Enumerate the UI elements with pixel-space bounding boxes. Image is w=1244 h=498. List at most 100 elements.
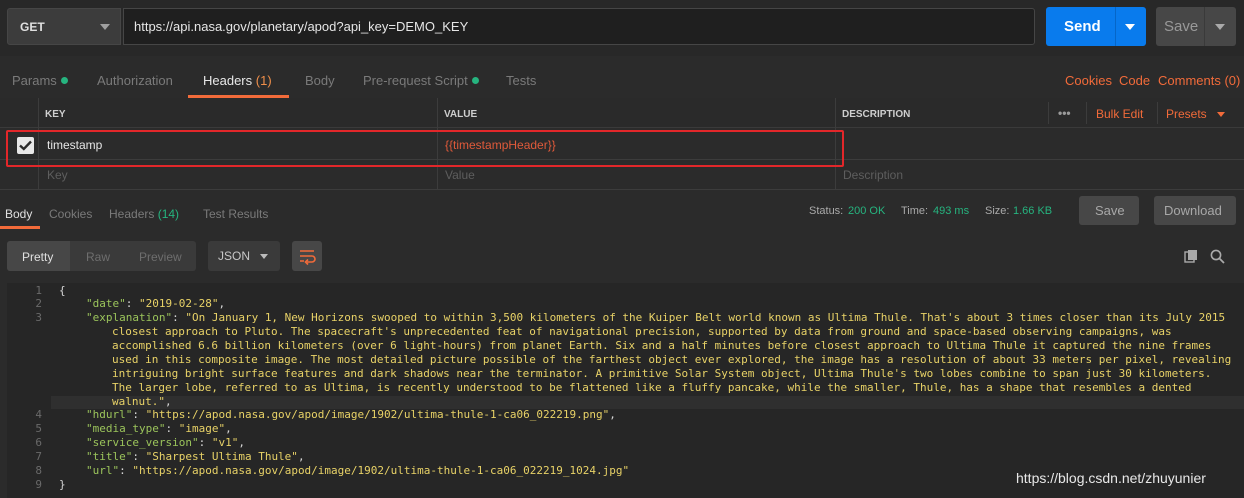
json-value: "v1" <box>211 436 239 449</box>
size-value: 1.66 KB <box>1013 205 1053 217</box>
code-line-wrapped: walnut.", <box>112 395 172 408</box>
tab-params[interactable]: Params <box>12 73 68 88</box>
tab-params-label: Params <box>12 73 57 88</box>
line-number: 6 <box>35 436 42 449</box>
line-number: 8 <box>35 464 42 477</box>
code-line: "title": "Sharpest Ultima Thule", <box>86 450 305 463</box>
json-value: "image" <box>178 422 226 435</box>
line-number: 2 <box>35 297 42 310</box>
code-line: "hdurl": "https://apod.nasa.gov/apod/ima… <box>86 408 616 421</box>
json-key: "explanation" <box>86 311 173 324</box>
json-value: "2019-02-28" <box>139 297 219 310</box>
save-response-button[interactable]: Save <box>1079 196 1139 225</box>
code-line-wrapped: The larger lobe, referred to as Ultima, … <box>112 381 1192 394</box>
response-body-viewer[interactable]: 1 2 3 4 5 6 7 8 9 { "date": "2019-02-28"… <box>7 283 1244 498</box>
send-options-chevron-icon[interactable] <box>1125 24 1135 30</box>
response-headers-count: (14) <box>157 207 180 221</box>
pre-request-status-dot-icon <box>471 77 479 84</box>
tab-authorization[interactable]: Authorization <box>97 73 173 88</box>
search-icon[interactable] <box>1210 249 1225 264</box>
active-response-tab-indicator <box>0 226 40 229</box>
line-number: 9 <box>35 478 42 491</box>
tab-headers[interactable]: Headers (1) <box>203 73 272 88</box>
json-key: "date" <box>86 297 126 310</box>
time-value: 493 ms <box>933 205 970 217</box>
response-tab-body[interactable]: Body <box>5 207 32 221</box>
send-divider <box>1115 7 1116 46</box>
column-description: DESCRIPTION <box>842 109 911 120</box>
new-key-input[interactable]: Key <box>47 168 68 182</box>
status-label: Status: <box>809 205 844 217</box>
save-request-button[interactable]: Save <box>1156 7 1236 46</box>
grid-line <box>0 189 1244 190</box>
method-select[interactable]: GET <box>7 8 121 45</box>
download-label: Download <box>1164 203 1222 218</box>
tab-tests[interactable]: Tests <box>506 73 536 88</box>
line-number: 4 <box>35 408 42 421</box>
status-value: 200 OK <box>848 205 886 217</box>
json-value: "https://apod.nasa.gov/apod/image/1902/u… <box>132 464 630 477</box>
chevron-down-icon <box>100 24 110 30</box>
method-label: GET <box>20 20 45 34</box>
send-button[interactable]: Send <box>1046 7 1146 46</box>
code-line-wrapped: accomplished 6.6 billion kilometers (ove… <box>112 339 1212 352</box>
code-line: { <box>59 284 66 297</box>
json-value: walnut." <box>112 395 165 408</box>
code-line-wrapped: used in this composite image. The most d… <box>112 353 1232 366</box>
more-options-icon[interactable]: ••• <box>1058 106 1071 120</box>
tab-headers-count: (1) <box>255 73 272 88</box>
params-status-dot-icon <box>60 77 68 84</box>
save-options-chevron-icon[interactable] <box>1215 24 1225 30</box>
highlight-annotation-box <box>6 130 844 167</box>
request-tabs: Params Authorization Headers (1) Body Pr… <box>0 64 1244 98</box>
presets-dropdown[interactable]: Presets <box>1166 107 1207 121</box>
code-line: "service_version": "v1", <box>86 436 245 449</box>
save-label: Save <box>1164 18 1199 35</box>
line-number: 5 <box>35 422 42 435</box>
raw-button[interactable]: Raw <box>86 250 110 264</box>
tab-pre-request-script[interactable]: Pre-request Script <box>363 73 479 88</box>
comments-link[interactable]: Comments (0) <box>1158 73 1240 88</box>
copy-icon[interactable] <box>1184 249 1198 263</box>
code-link[interactable]: Code <box>1119 73 1150 88</box>
response-tab-test-results[interactable]: Test Results <box>203 207 268 221</box>
send-label: Send <box>1064 18 1101 35</box>
code-line-wrapped: closest approach to Pluto. The spacecraf… <box>112 325 1172 338</box>
preview-button[interactable]: Preview <box>139 250 182 264</box>
code-line: "url": "https://apod.nasa.gov/apod/image… <box>86 464 630 477</box>
download-button[interactable]: Download <box>1154 196 1236 225</box>
json-key: "url" <box>86 464 120 477</box>
tab-body[interactable]: Body <box>305 73 335 88</box>
line-number: 1 <box>35 284 42 297</box>
grid-line <box>1048 102 1049 124</box>
code-line: "date": "2019-02-28", <box>86 297 226 310</box>
response-tab-cookies[interactable]: Cookies <box>49 207 92 221</box>
wrap-lines-button[interactable] <box>292 241 322 271</box>
grid-line <box>1157 102 1158 124</box>
tab-headers-label: Headers <box>203 73 253 88</box>
request-bar: GET https://api.nasa.gov/planetary/apod?… <box>0 0 1244 56</box>
json-key: "title" <box>86 450 133 463</box>
format-label: JSON <box>218 249 251 263</box>
line-number: 7 <box>35 450 42 463</box>
chevron-down-icon <box>260 254 268 259</box>
cookies-link[interactable]: Cookies <box>1065 73 1112 88</box>
presets-chevron-icon[interactable] <box>1217 112 1225 117</box>
new-description-input[interactable]: Description <box>843 168 903 182</box>
code-line: "media_type": "image", <box>86 422 232 435</box>
size-label: Size: <box>985 205 1010 217</box>
response-tab-headers[interactable]: Headers (14) <box>109 207 179 221</box>
response-tab-headers-label: Headers <box>109 207 155 221</box>
new-value-input[interactable]: Value <box>445 168 475 182</box>
tab-pre-request-label: Pre-request Script <box>363 73 468 88</box>
time-label: Time: <box>901 205 929 217</box>
column-value: VALUE <box>444 109 478 120</box>
wrap-lines-icon <box>300 250 316 266</box>
code-line-wrapped: intriguing bright surface features and d… <box>112 367 1212 380</box>
line-number: 3 <box>35 311 42 324</box>
url-input[interactable]: https://api.nasa.gov/planetary/apod?api_… <box>123 8 1035 45</box>
grid-line <box>1086 102 1087 124</box>
bulk-edit-link[interactable]: Bulk Edit <box>1096 107 1143 121</box>
json-value: "On January 1, New Horizons swooped to w… <box>185 311 1226 324</box>
format-select[interactable]: JSON <box>208 241 280 271</box>
